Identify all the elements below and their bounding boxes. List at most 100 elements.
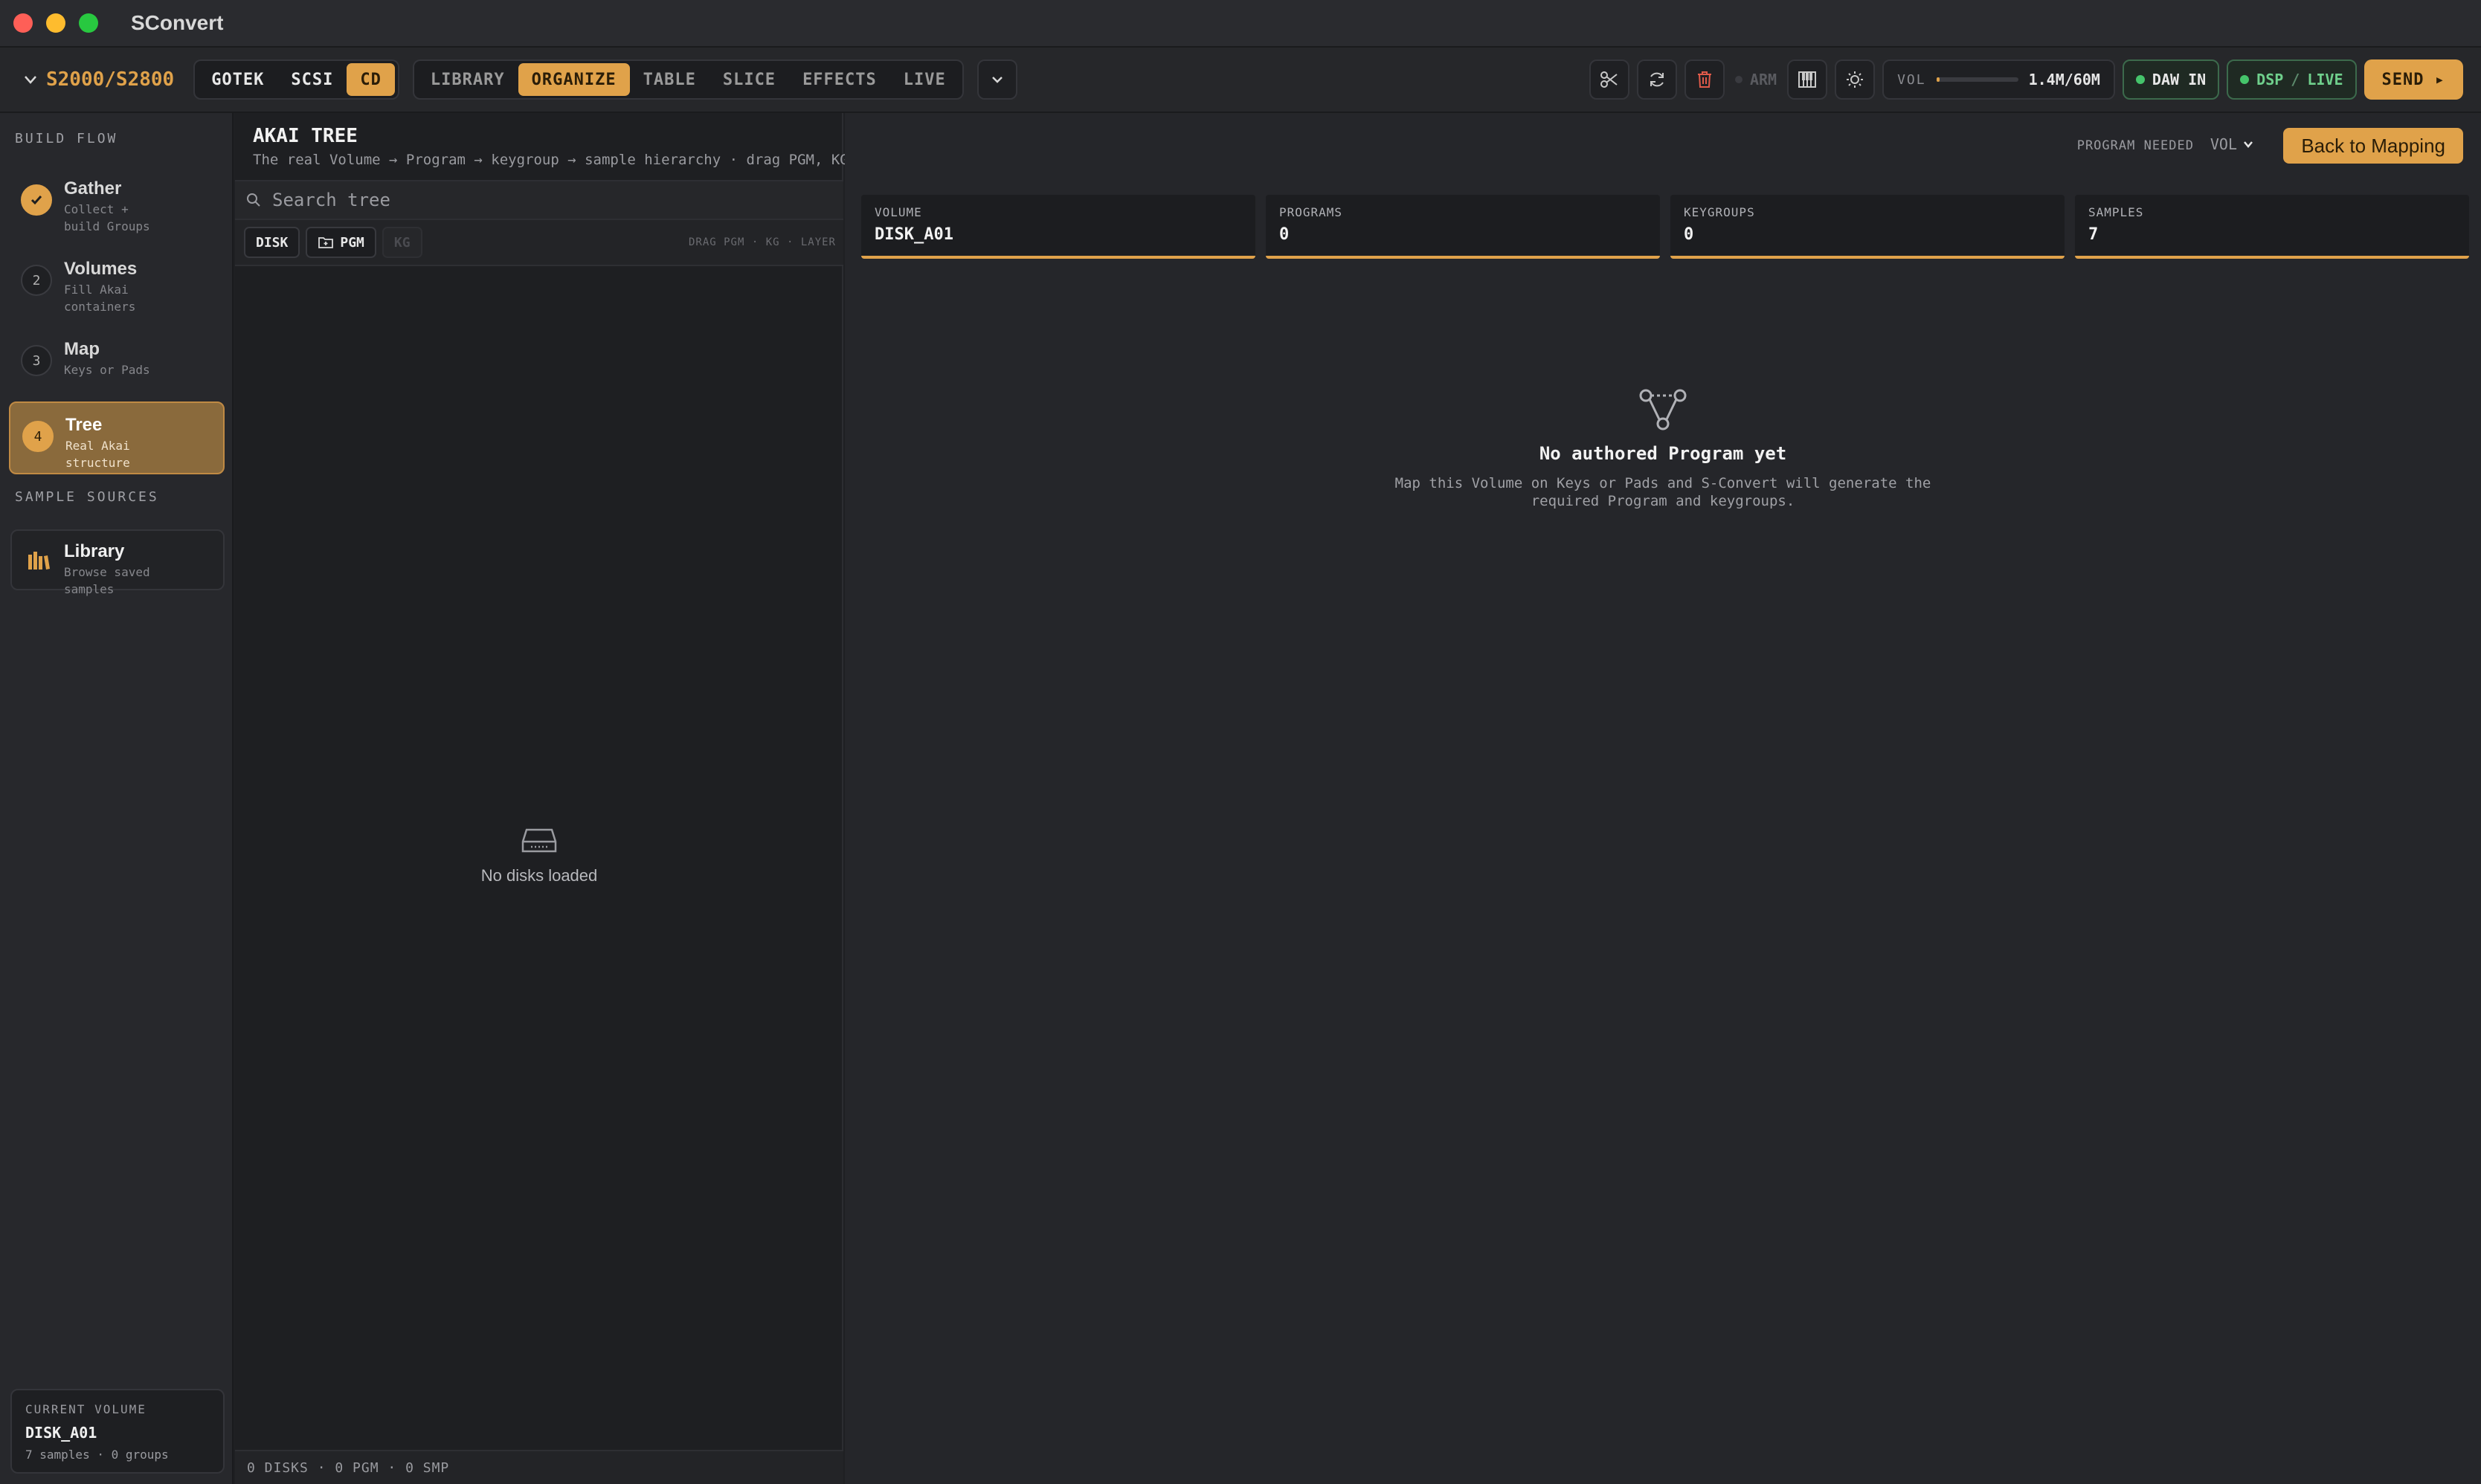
more-views-button[interactable] xyxy=(976,59,1017,100)
tree-empty-state: No disks loaded xyxy=(235,827,843,885)
keyboard-button[interactable] xyxy=(1787,59,1828,100)
pgm-label: PGM xyxy=(340,234,364,251)
stat-label: PROGRAMS xyxy=(1279,205,1343,219)
step-subtitle: Fill Akai xyxy=(64,283,129,297)
step-volumes[interactable]: 2 Volumes Fill Akai containers xyxy=(9,247,225,320)
vol-dropdown-label: VOL xyxy=(2210,135,2237,153)
search-icon xyxy=(247,193,260,207)
daw-status-dot xyxy=(2135,75,2145,84)
stat-card-programs: PROGRAMS 0 xyxy=(1266,195,1660,259)
tree-search-bar xyxy=(235,180,843,220)
refresh-icon xyxy=(1650,72,1664,87)
zoom-window-button[interactable] xyxy=(79,13,98,33)
tree-filter-bar: DISK PGM KG DRAG PGM · KG · LAYER xyxy=(235,220,843,266)
library-subtitle: Browse saved xyxy=(64,565,150,579)
empty-state-title: No authored Program yet xyxy=(1539,443,1787,464)
stat-value: DISK_A01 xyxy=(875,225,953,244)
empty-state-line: Map this Volume on Keys or Pads and S-Co… xyxy=(1394,475,1931,491)
chevron-down-icon xyxy=(2244,141,2253,148)
stat-card-keygroups: KEYGROUPS 0 xyxy=(1670,195,2065,259)
stat-card-volume: VOLUME DISK_A01 xyxy=(861,195,1255,259)
program-empty-state: No authored Program yet Map this Volume … xyxy=(845,388,2481,510)
search-input[interactable] xyxy=(272,190,718,210)
tree-panel: AKAI TREE The real Volume → Program → ke… xyxy=(235,113,1019,1484)
step-subtitle: Keys or Pads xyxy=(64,363,150,377)
add-disk-button[interactable]: DISK xyxy=(244,227,300,258)
tab-organize[interactable]: ORGANIZE xyxy=(518,63,630,96)
send-button[interactable]: SEND ▸ xyxy=(2363,59,2463,100)
step-title: Map xyxy=(64,339,100,359)
tab-library[interactable]: LIBRARY xyxy=(417,63,518,96)
stat-value: 0 xyxy=(1684,225,1694,244)
step-number: 2 xyxy=(21,265,52,296)
volume-usage-bar xyxy=(1936,77,2018,82)
library-subtitle: samples xyxy=(64,582,115,596)
model-label: S2000/S2800 xyxy=(46,68,175,91)
dsp-label: DSP xyxy=(2256,71,2284,88)
step-gather[interactable]: Gather Collect + build Groups xyxy=(9,167,225,239)
theme-button[interactable] xyxy=(1835,59,1876,100)
toolbar: S2000/S2800 GOTEK SCSI CD LIBRARY ORGANI… xyxy=(0,48,2481,113)
media-cd-button[interactable]: CD xyxy=(347,63,395,96)
disk-drive-icon xyxy=(521,828,557,853)
library-title: Library xyxy=(64,541,125,561)
folder-plus-icon xyxy=(318,237,334,248)
stat-label: SAMPLES xyxy=(2088,205,2144,219)
media-scsi-button[interactable]: SCSI xyxy=(277,63,347,96)
add-program-button[interactable]: PGM xyxy=(306,227,376,258)
arm-indicator xyxy=(1734,76,1743,83)
step-complete-badge xyxy=(21,184,52,216)
chevron-down-icon xyxy=(25,76,36,84)
volume-usage-value: 1.4M/60M xyxy=(2028,71,2100,88)
dsp-live-toggle[interactable]: DSP / LIVE xyxy=(2227,59,2357,100)
drag-hint: DRAG PGM · KG · LAYER xyxy=(688,236,836,248)
stat-value: 0 xyxy=(1279,225,1290,244)
tab-table[interactable]: TABLE xyxy=(630,63,709,96)
current-volume-card: CURRENT VOLUME DISK_A01 7 samples · 0 gr… xyxy=(10,1389,225,1474)
daw-in-toggle[interactable]: DAW IN xyxy=(2122,59,2220,100)
step-map[interactable]: 3 Map Keys or Pads xyxy=(9,327,225,400)
tab-slice[interactable]: SLICE xyxy=(709,63,789,96)
step-title: Volumes xyxy=(64,259,138,279)
volume-meter: VOL 1.4M/60M xyxy=(1882,59,2115,100)
stat-label: VOLUME xyxy=(875,205,922,219)
delete-button[interactable] xyxy=(1684,59,1725,100)
sample-sources-heading: SAMPLE SOURCES xyxy=(15,489,159,505)
media-segmented-control: GOTEK SCSI CD xyxy=(193,59,399,100)
step-subtitle: Real Akai xyxy=(65,439,130,453)
minimize-window-button[interactable] xyxy=(46,13,65,33)
cut-button[interactable] xyxy=(1589,59,1629,100)
piano-keys-icon xyxy=(1798,71,1817,88)
step-title: Gather xyxy=(64,178,122,199)
step-subtitle: build Groups xyxy=(64,219,150,233)
close-window-button[interactable] xyxy=(13,13,33,33)
page-title: AKAI TREE xyxy=(253,125,358,147)
trash-icon xyxy=(1697,71,1711,88)
title-bar: SConvert xyxy=(0,0,2481,48)
live-label: LIVE xyxy=(2307,71,2343,88)
current-volume-heading: CURRENT VOLUME xyxy=(25,1402,147,1416)
chevron-down-icon xyxy=(991,77,1003,83)
tree-status-footer: 0 DISKS · 0 PGM · 0 SMP xyxy=(235,1450,843,1484)
app-title: SConvert xyxy=(131,11,224,34)
current-volume-name: DISK_A01 xyxy=(25,1424,97,1442)
tab-live[interactable]: LIVE xyxy=(890,63,959,96)
model-selector[interactable]: S2000/S2800 xyxy=(22,68,174,91)
media-gotek-button[interactable]: GOTEK xyxy=(198,63,277,96)
sidebar: BUILD FLOW Gather Collect + build Groups… xyxy=(0,113,234,1484)
arm-toggle[interactable]: ARM xyxy=(1734,71,1777,88)
step-number: 3 xyxy=(21,345,52,376)
dsp-status-dot xyxy=(2240,75,2250,84)
step-tree[interactable]: 4 Tree Real Akai structure xyxy=(9,401,225,474)
step-subtitle: Collect + xyxy=(64,202,129,216)
add-keygroup-button[interactable]: KG xyxy=(382,227,422,258)
program-needed-badge: PROGRAM NEEDED xyxy=(2076,138,2194,153)
library-source-card[interactable]: Library Browse saved samples xyxy=(10,529,225,596)
checkmark-icon xyxy=(30,196,42,205)
vol-dropdown[interactable]: VOL xyxy=(2210,135,2255,153)
build-flow-heading: BUILD FLOW xyxy=(15,131,118,146)
library-books-icon xyxy=(28,552,50,570)
back-to-mapping-button[interactable]: Back to Mapping xyxy=(2283,128,2463,164)
tab-effects[interactable]: EFFECTS xyxy=(789,63,890,96)
refresh-button[interactable] xyxy=(1636,59,1677,100)
